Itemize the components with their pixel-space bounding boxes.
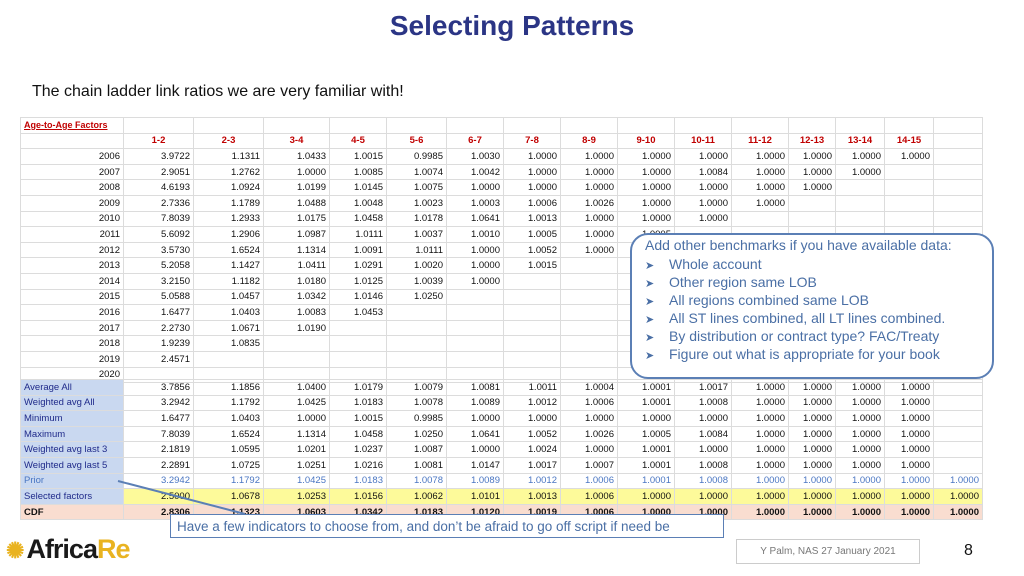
page-number: 8 (964, 542, 973, 559)
logo-accent-text: Re (96, 534, 131, 564)
logo-text: Africa (26, 534, 98, 564)
callout-pointer (117, 480, 246, 515)
africa-re-logo: ✺ AfricaRe (6, 534, 131, 565)
indicators-callout: Have a few indicators to choose from, an… (170, 514, 724, 538)
footer-credit: Y Palm, NAS 27 January 2021 (736, 539, 920, 564)
sun-logo-icon: ✺ (6, 538, 24, 563)
